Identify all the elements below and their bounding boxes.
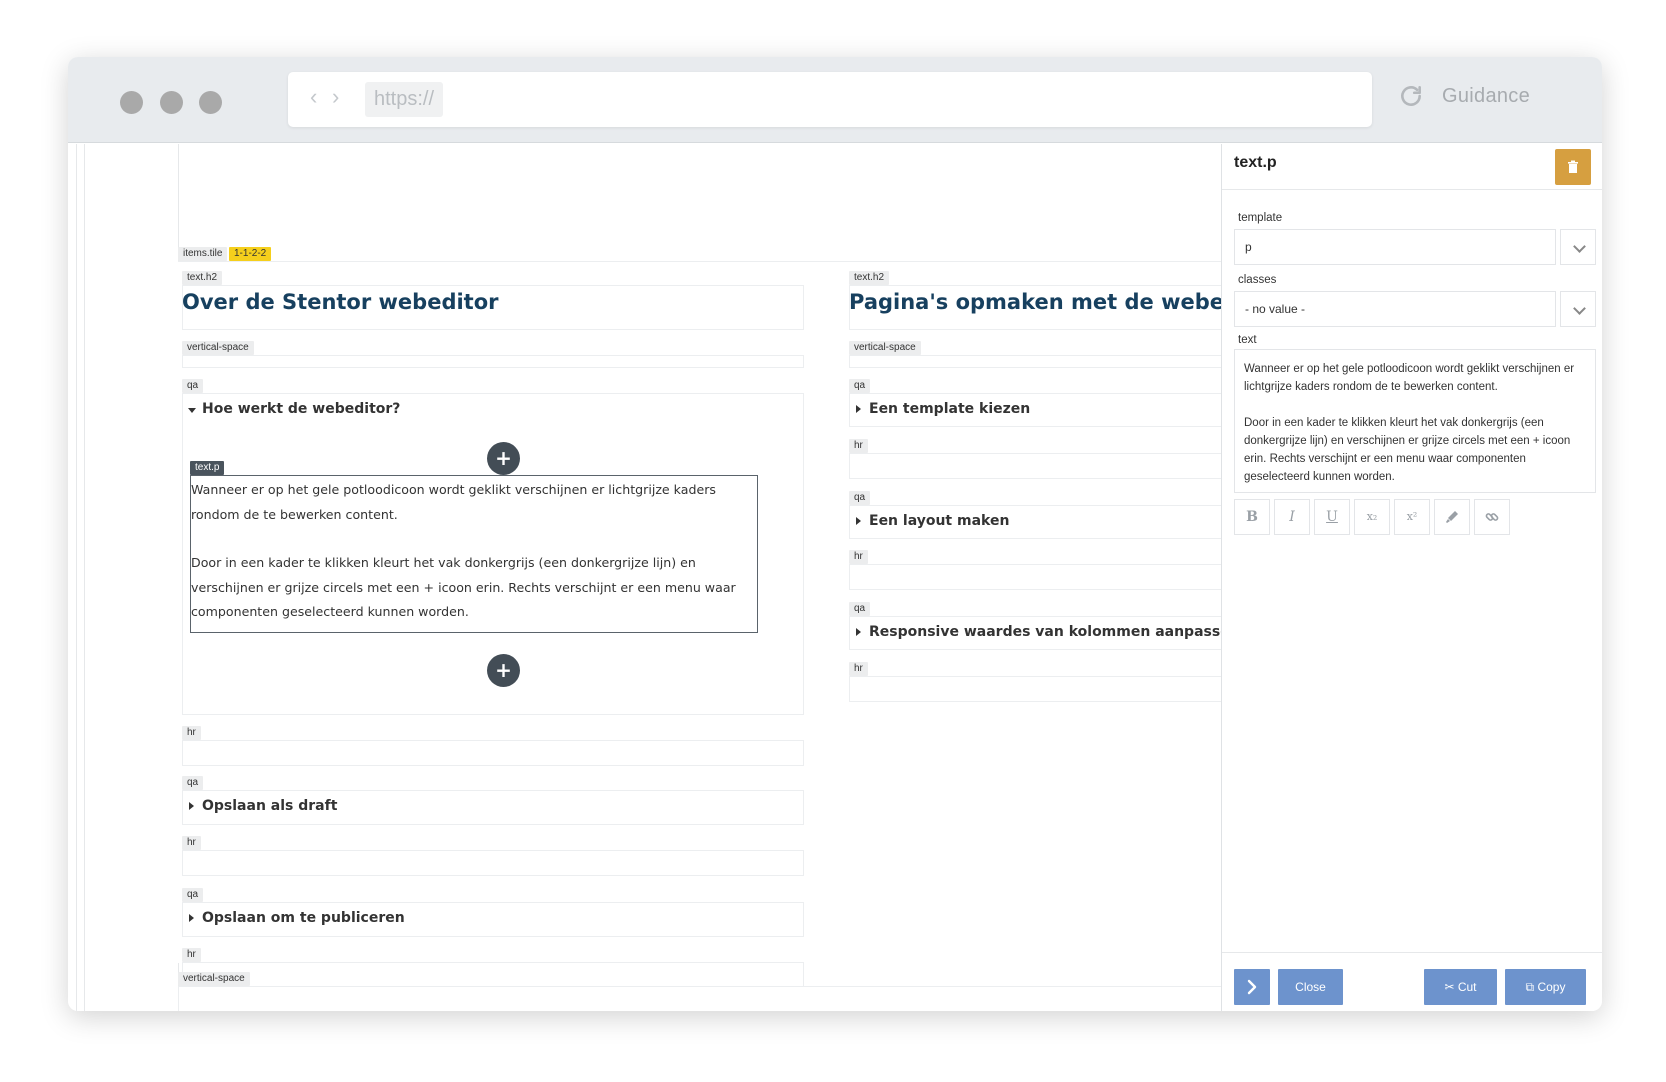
browser-titlebar: ‹ › https:// Guidance — [68, 57, 1602, 143]
selected-paragraph[interactable]: Wanneer er op het gele potloodicoon word… — [190, 475, 758, 633]
hr-tag[interactable]: hr — [182, 836, 201, 850]
panel-footer-divider — [1222, 952, 1602, 953]
classes-label: classes — [1238, 274, 1277, 286]
qa-tag[interactable]: qa — [182, 888, 204, 902]
back-arrow-icon[interactable]: ‹ — [310, 86, 317, 108]
template-select[interactable]: p — [1234, 229, 1556, 265]
tile-tag[interactable]: items.tile — [178, 247, 228, 261]
link-icon — [1485, 513, 1499, 521]
hr-tag[interactable]: hr — [182, 726, 201, 740]
qa-tag[interactable]: qa — [849, 491, 871, 505]
underline-button[interactable]: U — [1314, 499, 1350, 535]
add-component-plus-icon[interactable]: + — [487, 654, 520, 687]
paragraph-text: Wanneer er op het gele potloodicoon word… — [191, 482, 716, 522]
trash-icon — [1568, 160, 1578, 173]
caret-right-icon[interactable] — [189, 914, 194, 922]
collapse-panel-button[interactable] — [1234, 969, 1270, 1005]
hr-box[interactable] — [182, 850, 804, 876]
hr-tag[interactable]: hr — [849, 550, 868, 564]
browser-window: ‹ › https:// Guidance items.tile 1-1-2-2… — [68, 57, 1602, 1011]
vertical-space-tag[interactable]: vertical-space — [849, 341, 921, 355]
brush-icon — [1446, 511, 1458, 523]
cut-button[interactable]: ✂ Cut — [1424, 969, 1497, 1005]
panel-title: text.p — [1234, 154, 1277, 171]
caret-right-icon[interactable] — [856, 517, 861, 525]
template-label: template — [1238, 212, 1283, 224]
heading-tag[interactable]: text.h2 — [849, 271, 890, 285]
heading-tag[interactable]: text.h2 — [182, 271, 223, 285]
paragraph-text: Door in een kader te klikken kleurt het … — [191, 555, 736, 619]
qa-tag[interactable]: qa — [182, 776, 204, 790]
address-bar[interactable]: ‹ › https:// — [288, 72, 1372, 127]
vertical-space-tag[interactable]: vertical-space — [182, 341, 254, 355]
properties-panel: text.p template p classes - no value - t… — [1221, 144, 1602, 1011]
subscript-button[interactable]: x₂ — [1354, 499, 1390, 535]
text-p-tag[interactable]: text.p — [190, 461, 225, 475]
qa-question-title[interactable]: Responsive waardes van kolommen aanpasse… — [869, 624, 1221, 640]
chevron-right-icon — [1247, 979, 1257, 995]
scissors-icon: ✂ — [1444, 980, 1458, 994]
editor-paragraph: Wanneer er op het gele potloodicoon word… — [1244, 363, 1575, 393]
template-chevron-down-icon[interactable] — [1560, 229, 1596, 265]
classes-select[interactable]: - no value - — [1234, 291, 1556, 327]
superscript-button[interactable]: x² — [1394, 499, 1430, 535]
url-text[interactable]: https:// — [365, 82, 444, 117]
italic-button[interactable]: I — [1274, 499, 1310, 535]
page-canvas: items.tile 1-1-2-2 text.h2 Over de Stent… — [68, 144, 1221, 1011]
editor-paragraph: Door in een kader te klikken kleurt het … — [1244, 417, 1571, 483]
copy-button-label: Copy — [1537, 980, 1566, 994]
section-heading: Pagina's opmaken met de webeditor — [849, 290, 1221, 314]
link-button[interactable] — [1474, 499, 1510, 535]
close-button[interactable]: Close — [1278, 969, 1343, 1005]
clear-format-button[interactable] — [1434, 499, 1470, 535]
copy-icon: ⧉ — [1525, 980, 1538, 994]
qa-question-title[interactable]: Een template kiezen — [869, 401, 1030, 417]
cut-button-label: Cut — [1457, 980, 1477, 994]
qa-tag[interactable]: qa — [849, 602, 871, 616]
caret-right-icon[interactable] — [189, 802, 194, 810]
hr-box[interactable] — [849, 676, 1221, 702]
hr-box[interactable] — [849, 453, 1221, 479]
delete-button[interactable] — [1555, 149, 1591, 185]
classes-chevron-down-icon[interactable] — [1560, 291, 1596, 327]
hr-box[interactable] — [182, 740, 804, 766]
caret-down-icon[interactable] — [188, 408, 196, 413]
qa-question-title[interactable]: Opslaan als draft — [202, 798, 337, 814]
text-editor[interactable]: Wanneer er op het gele potloodicoon word… — [1234, 349, 1596, 493]
qa-question-title[interactable]: Een layout maken — [869, 513, 1009, 529]
layout-guide-line — [76, 144, 77, 1011]
window-minimize-dot[interactable] — [160, 91, 183, 114]
vertical-space-box[interactable] — [182, 355, 804, 368]
hr-tag[interactable]: hr — [849, 439, 868, 453]
add-component-plus-icon[interactable]: + — [487, 442, 520, 475]
caret-right-icon[interactable] — [856, 405, 861, 413]
hr-tag[interactable]: hr — [182, 948, 201, 962]
bold-button[interactable]: B — [1234, 499, 1270, 535]
tile-id-badge: 1-1-2-2 — [229, 247, 272, 261]
hr-box[interactable] — [182, 962, 804, 988]
forward-arrow-icon[interactable]: › — [332, 86, 339, 108]
panel-header-divider — [1222, 189, 1602, 190]
qa-tag[interactable]: qa — [849, 379, 871, 393]
hr-box[interactable] — [849, 564, 1221, 590]
qa-question-title[interactable]: Opslaan om te publiceren — [202, 910, 405, 926]
copy-button[interactable]: ⧉ Copy — [1505, 969, 1586, 1005]
layout-guide-line — [84, 144, 85, 1011]
qa-tag[interactable]: qa — [182, 379, 204, 393]
vertical-space-tag[interactable]: vertical-space — [178, 972, 250, 986]
caret-right-icon[interactable] — [856, 628, 861, 636]
section-heading: Over de Stentor webeditor — [182, 290, 499, 314]
reload-icon[interactable] — [1398, 83, 1424, 109]
qa-question-title[interactable]: Hoe werkt de webeditor? — [202, 401, 400, 417]
vertical-space-box[interactable] — [849, 355, 1221, 368]
window-close-dot[interactable] — [120, 91, 143, 114]
window-maximize-dot[interactable] — [199, 91, 222, 114]
text-label: text — [1238, 334, 1257, 346]
hr-tag[interactable]: hr — [849, 662, 868, 676]
brand-label: Guidance — [1442, 85, 1531, 107]
vertical-space-box[interactable] — [178, 986, 1221, 1011]
